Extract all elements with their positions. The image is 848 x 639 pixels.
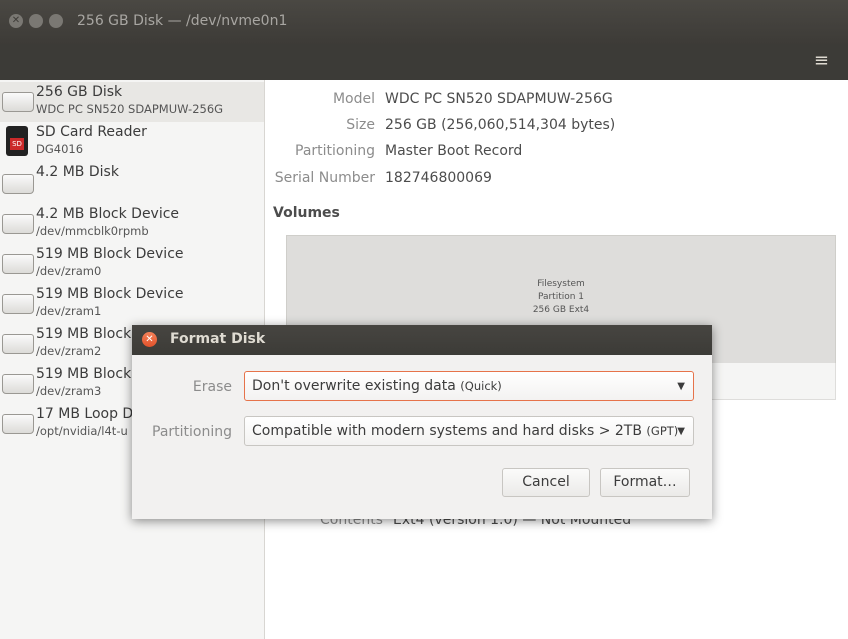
partitioning-hint: (GPT) (646, 424, 679, 438)
hard-disk-icon (2, 214, 34, 234)
partitioning-value-text: Compatible with modern systems and hard … (252, 423, 642, 439)
erase-hint: (Quick) (460, 379, 502, 393)
format-disk-dialog: ✕ Format Disk Erase Don't overwrite exis… (132, 325, 712, 519)
device-name: 519 MB Block Device (36, 286, 184, 302)
serial-number-value: 182746800069 (385, 170, 492, 186)
minimize-window-button[interactable] (29, 14, 43, 28)
device-subtitle: /dev/mmcblk0rpmb (36, 224, 149, 238)
partitioning-selected-value: Compatible with modern systems and hard … (252, 423, 678, 439)
sidebar-item-256gb-disk[interactable]: 256 GB Disk WDC PC SN520 SDAPMUW-256G (0, 82, 264, 122)
window-titlebar: ✕ 256 GB Disk — /dev/nvme0n1 (0, 0, 848, 44)
close-icon: ✕ (11, 15, 21, 26)
device-name: SD Card Reader (36, 124, 147, 140)
device-subtitle: /dev/zram2 (36, 344, 102, 358)
chevron-down-icon: ▼ (677, 426, 685, 437)
partitioning-label: Partitioning (295, 143, 375, 159)
maximize-window-button[interactable] (49, 14, 63, 28)
device-subtitle: /dev/zram0 (36, 264, 102, 278)
hard-disk-icon (2, 254, 34, 274)
header-bar: ≡ (0, 44, 848, 80)
device-subtitle: WDC PC SN520 SDAPMUW-256G (36, 102, 224, 116)
size-label: Size (346, 117, 375, 133)
device-subtitle: DG4016 (36, 142, 84, 156)
sd-card-icon: SD (6, 126, 28, 156)
device-subtitle: /opt/nvidia/l4t-u (36, 424, 128, 438)
partition-name: Partition 1 (537, 292, 585, 302)
close-icon: ✕ (145, 334, 154, 345)
partition-type: Filesystem (537, 279, 585, 289)
sidebar-item-block-device-mmcblk0rpmb[interactable]: 4.2 MB Block Device /dev/mmcblk0rpmb (0, 204, 264, 244)
dialog-titlebar: ✕ Format Disk (132, 325, 712, 355)
erase-label: Erase (192, 379, 232, 395)
device-name: 4.2 MB Disk (36, 164, 119, 180)
size-value: 256 GB (256,060,514,304 bytes) (385, 117, 616, 133)
hard-disk-icon (2, 374, 34, 394)
device-name: 17 MB Loop D (36, 406, 134, 422)
hard-disk-icon (2, 414, 34, 434)
hard-disk-icon (2, 294, 34, 314)
partitioning-value: Master Boot Record (385, 143, 523, 159)
hamburger-menu-icon[interactable]: ≡ (814, 50, 829, 71)
dialog-title: Format Disk (170, 331, 266, 347)
device-subtitle: /dev/zram1 (36, 304, 102, 318)
sidebar-item-4mb-disk[interactable]: 4.2 MB Disk (0, 162, 264, 202)
partitioning-dropdown[interactable]: Compatible with modern systems and hard … (244, 416, 694, 446)
partition-size: 256 GB Ext4 (532, 305, 590, 315)
model-value: WDC PC SN520 SDAPMUW-256G (385, 91, 613, 107)
volumes-heading: Volumes (273, 205, 340, 221)
dialog-close-button[interactable]: ✕ (142, 332, 157, 347)
erase-value-text: Don't overwrite existing data (252, 378, 456, 394)
hard-disk-icon (2, 92, 34, 112)
hard-disk-icon (2, 334, 34, 354)
device-subtitle: /dev/zram3 (36, 384, 102, 398)
erase-dropdown[interactable]: Don't overwrite existing data (Quick) ▼ (244, 371, 694, 401)
device-name: 519 MB Block Device (36, 246, 184, 262)
sidebar-item-block-device-zram1[interactable]: 519 MB Block Device /dev/zram1 (0, 284, 264, 324)
device-name: 519 MB Block (36, 366, 132, 382)
sd-badge: SD (10, 138, 24, 150)
serial-number-label: Serial Number (274, 170, 375, 186)
device-name: 256 GB Disk (36, 84, 123, 100)
erase-selected-value: Don't overwrite existing data (Quick) (252, 378, 502, 394)
sidebar-item-block-device-zram0[interactable]: 519 MB Block Device /dev/zram0 (0, 244, 264, 284)
hard-disk-icon (2, 174, 34, 194)
close-window-button[interactable]: ✕ (9, 14, 23, 28)
chevron-down-icon: ▼ (677, 381, 685, 392)
model-label: Model (332, 91, 375, 107)
device-name: 4.2 MB Block Device (36, 206, 180, 222)
sidebar-item-sd-card-reader[interactable]: SD SD Card Reader DG4016 (0, 122, 264, 162)
format-button[interactable]: Format… (600, 468, 690, 497)
cancel-button[interactable]: Cancel (502, 468, 590, 497)
partitioning-type-label: Partitioning (152, 424, 232, 440)
window-title: 256 GB Disk — /dev/nvme0n1 (77, 13, 288, 29)
device-name: 519 MB Block (36, 326, 132, 342)
